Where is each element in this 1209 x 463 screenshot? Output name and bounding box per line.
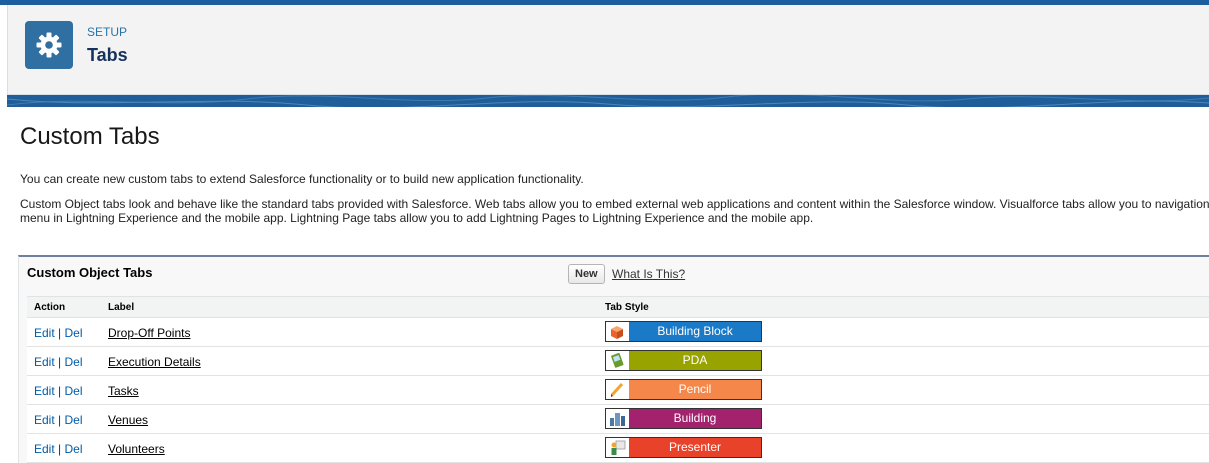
what-is-this-link[interactable]: What Is This? <box>612 267 685 281</box>
pencil-icon <box>610 382 624 397</box>
edit-link[interactable]: Edit <box>34 355 55 369</box>
tab-style-label: Pencil <box>629 380 761 399</box>
del-link[interactable]: Del <box>65 384 83 398</box>
table-header: Action Label Tab Style <box>27 296 1209 318</box>
setup-icon-tile <box>25 21 73 69</box>
tab-label-link[interactable]: Tasks <box>108 384 139 398</box>
row-actions: Edit | Del <box>34 384 83 398</box>
edit-link[interactable]: Edit <box>34 442 55 456</box>
edit-link[interactable]: Edit <box>34 326 55 340</box>
tab-style-swatch: Presenter <box>605 437 762 458</box>
edit-link[interactable]: Edit <box>34 413 55 427</box>
building-icon <box>610 413 625 426</box>
del-link[interactable]: Del <box>65 355 83 369</box>
tab-style-label: Presenter <box>629 438 761 457</box>
action-separator: | <box>58 355 62 369</box>
del-link[interactable]: Del <box>65 442 83 456</box>
tab-label-link[interactable]: Execution Details <box>108 355 201 369</box>
column-header-action: Action <box>34 302 66 313</box>
presenter-icon <box>611 440 626 455</box>
tab-style-swatch: Building Block <box>605 321 762 342</box>
tab-style-swatch: PDA <box>605 350 762 371</box>
table-row: Edit | Del Execution Details PDA <box>27 347 1209 376</box>
del-link[interactable]: Del <box>65 413 83 427</box>
table-row: Edit | Del Venues Building <box>27 405 1209 434</box>
description-text: Custom Object tabs look and behave like … <box>20 197 1209 225</box>
breadcrumb-setup: SETUP <box>87 25 128 39</box>
pda-icon <box>611 352 624 368</box>
intro-text: You can create new custom tabs to extend… <box>20 172 584 186</box>
tab-style-label: Building Block <box>629 322 761 341</box>
tab-style-swatch: Building <box>605 408 762 429</box>
page-title: Tabs <box>87 45 128 65</box>
new-button[interactable]: New <box>568 264 605 284</box>
custom-object-tabs-panel: Custom Object Tabs New What Is This? Act… <box>18 255 1209 463</box>
building-block-icon <box>611 326 623 339</box>
row-actions: Edit | Del <box>34 413 83 427</box>
action-separator: | <box>58 326 62 340</box>
row-actions: Edit | Del <box>34 355 83 369</box>
decorative-header-band <box>7 95 1209 107</box>
tab-label-link[interactable]: Volunteers <box>108 442 165 456</box>
tab-label-link[interactable]: Drop-Off Points <box>108 326 190 340</box>
setup-header: SETUP Tabs <box>7 5 1209 95</box>
row-actions: Edit | Del <box>34 442 83 456</box>
tab-style-label: Building <box>629 409 761 428</box>
action-separator: | <box>58 413 62 427</box>
table-row: Edit | Del Volunteers Presenter <box>27 434 1209 463</box>
row-actions: Edit | Del <box>34 326 83 340</box>
edit-link[interactable]: Edit <box>34 384 55 398</box>
action-separator: | <box>58 384 62 398</box>
tab-style-label: PDA <box>629 351 761 370</box>
gear-icon <box>36 32 62 58</box>
section-heading: Custom Tabs <box>20 123 160 150</box>
table-row: Edit | Del Tasks Pencil <box>27 376 1209 405</box>
del-link[interactable]: Del <box>65 326 83 340</box>
column-header-label: Label <box>108 302 135 313</box>
column-header-tab-style: Tab Style <box>605 302 649 313</box>
tab-label-link[interactable]: Venues <box>108 413 148 427</box>
action-separator: | <box>58 442 62 456</box>
panel-title: Custom Object Tabs <box>27 265 153 280</box>
tab-style-swatch: Pencil <box>605 379 762 400</box>
table-row: Edit | Del Drop-Off Points Building Bloc… <box>27 318 1209 347</box>
